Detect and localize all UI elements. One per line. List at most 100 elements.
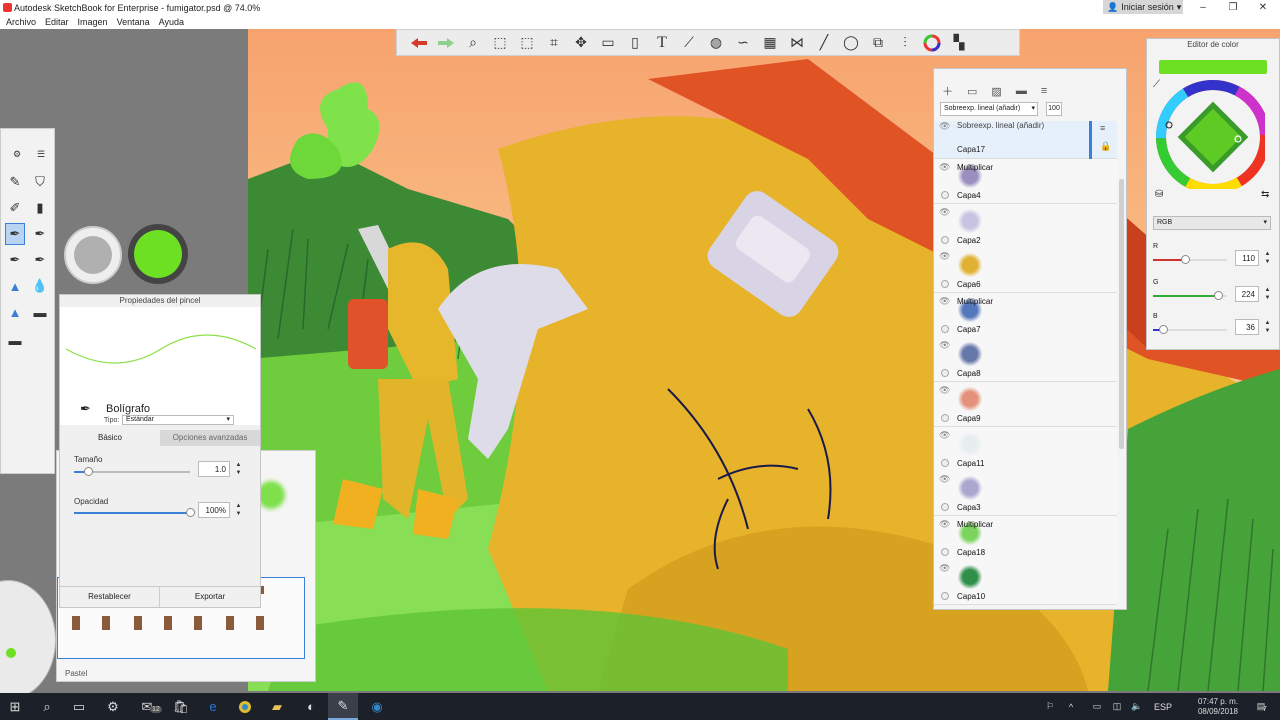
brush-library-icon[interactable]: ⫶ [895, 33, 915, 53]
steam-icon[interactable]: ◐ [296, 693, 326, 720]
network-icon[interactable]: ◫ [1110, 693, 1124, 720]
close-button[interactable]: ✕ [1246, 0, 1280, 15]
layer-select-radio[interactable] [941, 235, 949, 244]
swap-colors-icon[interactable]: ⇆ [1261, 189, 1269, 200]
layer-row[interactable]: 👁 Capa11 [934, 426, 1117, 472]
layer-row[interactable]: 👁 Multiplicar Capa7 [934, 292, 1117, 338]
technical-pen-icon[interactable]: ✒ [30, 223, 50, 245]
r-stepper[interactable]: ▲ ▼ [1263, 250, 1272, 266]
sketchbook-taskbar-icon[interactable]: ✎ [328, 693, 358, 720]
menu-archivo[interactable]: Archivo [6, 17, 36, 27]
people-icon[interactable]: ⚐ [1040, 693, 1060, 720]
layer-select-radio[interactable] [941, 458, 949, 467]
g-stepper[interactable]: ▲ ▼ [1263, 286, 1272, 302]
opacity-input[interactable]: 100% [198, 502, 230, 518]
hard-eraser-icon[interactable]: ▬ [5, 329, 25, 351]
layer-select-radio[interactable] [941, 414, 949, 422]
chisel-marker-icon[interactable]: ▮ [30, 197, 50, 219]
layer-select-radio[interactable] [941, 592, 949, 601]
undo-icon[interactable] [409, 33, 429, 53]
settings-icon[interactable]: ⚙ [7, 143, 27, 165]
mail-icon[interactable]: ✉ 12 [132, 693, 162, 720]
lasso-select-icon[interactable]: ⬚ [517, 33, 537, 53]
distort-icon[interactable]: ▭ [598, 33, 618, 53]
brush-palette-menu-icon[interactable]: ☰ [31, 143, 51, 165]
palettes-icon[interactable]: ▚ [949, 33, 969, 53]
r-input[interactable]: 110 [1235, 250, 1259, 266]
eye-icon[interactable]: 👁 [939, 162, 950, 173]
add-group-icon[interactable]: ▭ [967, 85, 977, 98]
blend-mode-select[interactable]: Sobreexp. lineal (añadir) ▾ [940, 102, 1038, 116]
maximize-button[interactable]: ❐ [1216, 0, 1250, 15]
export-button[interactable]: Exportar [160, 587, 260, 607]
text-icon[interactable]: T [652, 33, 672, 53]
layer-select-radio[interactable] [941, 503, 949, 512]
color-wheel[interactable] [1155, 79, 1265, 189]
b-input[interactable]: 36 [1235, 319, 1259, 335]
layer-row[interactable]: 👁 Capa6 [934, 248, 1117, 294]
eye-icon[interactable]: 👁 [939, 474, 950, 485]
zoom-icon[interactable]: ⌕ [463, 33, 483, 53]
eye-icon[interactable]: 👁 [939, 430, 950, 441]
perspective-icon[interactable]: ▦ [760, 33, 780, 53]
tab-basico[interactable]: Básico [60, 430, 160, 446]
telegram-icon[interactable]: ◉ [362, 693, 392, 720]
type-select[interactable]: Estándar ▾ [122, 415, 234, 425]
eye-icon[interactable]: 👁 [939, 563, 950, 574]
menu-editar[interactable]: Editar [45, 17, 69, 27]
eye-icon[interactable]: 👁 [939, 121, 950, 132]
layer-select-radio[interactable] [941, 547, 949, 556]
store-icon[interactable]: 🛍 [166, 693, 196, 720]
layer-row[interactable]: 👁 Multiplicar Capa4 [934, 159, 1117, 204]
layer-select-radio[interactable] [941, 324, 949, 333]
color-mode-select[interactable]: RGB ▾ [1153, 216, 1271, 230]
layer-row[interactable]: 👁 Multiplicar Capa18 [934, 515, 1117, 561]
ballpoint-pen-icon[interactable]: ✒ [5, 223, 25, 245]
layer-select-radio[interactable] [941, 369, 949, 378]
shape-icon[interactable]: ◯ [841, 33, 861, 53]
layer-row[interactable]: 👁 Capa10 [934, 560, 1117, 606]
layer-copy-icon[interactable]: ⧉ [868, 33, 888, 53]
clock[interactable]: 07:47 p. m. 08/09/2018 [1190, 693, 1246, 720]
color-wheel-icon[interactable] [922, 33, 942, 53]
eraser-icon[interactable]: ▬ [30, 301, 50, 323]
volume-icon[interactable]: 🔈 [1130, 693, 1144, 720]
g-input[interactable]: 224 [1235, 286, 1259, 302]
file-explorer-icon[interactable]: ▰ [262, 693, 292, 720]
eye-icon[interactable]: 👁 [939, 296, 950, 307]
add-layer-icon[interactable]: ＋ [942, 83, 953, 99]
b-stepper[interactable]: ▲ ▼ [1263, 319, 1272, 335]
search-icon[interactable]: ⌕ [32, 693, 62, 720]
g-slider[interactable] [1153, 291, 1227, 300]
eye-icon[interactable]: 👁 [939, 385, 950, 396]
r-slider-knob[interactable] [1181, 255, 1190, 264]
g-slider-knob[interactable] [1214, 291, 1223, 300]
ellipse-guide-icon[interactable]: ◍ [706, 33, 726, 53]
ruler-icon[interactable]: ⟋ [679, 33, 699, 53]
layer-select-radio[interactable] [941, 191, 949, 199]
start-icon[interactable]: ⊞ [0, 693, 30, 720]
settings-icon[interactable]: ⚙ [98, 693, 128, 720]
opacity-stepper[interactable]: ▲ ▼ [234, 502, 243, 518]
french-curve-icon[interactable]: ∽ [733, 33, 753, 53]
notification-center[interactable]: ▤ 7 [1250, 693, 1272, 720]
edge-icon[interactable]: e [198, 693, 228, 720]
add-image-icon[interactable]: ▨ [991, 85, 1001, 98]
ink-pen-icon[interactable]: ✒ [5, 249, 25, 271]
layer-row[interactable]: 👁 Capa9 [934, 382, 1117, 427]
layer-row-active[interactable]: 👁 Sobreexp. lineal (añadir) Capa17 ≡ 🔒 [934, 121, 1117, 159]
layer-menu-icon[interactable]: ≡ [1041, 85, 1047, 97]
bucket-icon[interactable]: ⛁ [1155, 189, 1163, 200]
layer-row[interactable]: 👁 Capa3 [934, 471, 1117, 517]
opacity-slider[interactable] [74, 508, 195, 517]
menu-ventana[interactable]: Ventana [117, 17, 150, 27]
fill-icon[interactable]: ▯ [625, 33, 645, 53]
transform-icon[interactable]: ✥ [571, 33, 591, 53]
reset-button[interactable]: Restablecer [60, 587, 160, 607]
layer-row[interactable]: 👁 Capa8 [934, 337, 1117, 383]
menu-ayuda[interactable]: Ayuda [159, 17, 184, 27]
layer-row[interactable]: 👁 Capa2 [934, 203, 1117, 249]
eye-icon[interactable]: 👁 [939, 207, 950, 218]
select-icon[interactable]: ⬚ [490, 33, 510, 53]
opacity-slider-knob[interactable] [186, 508, 195, 517]
